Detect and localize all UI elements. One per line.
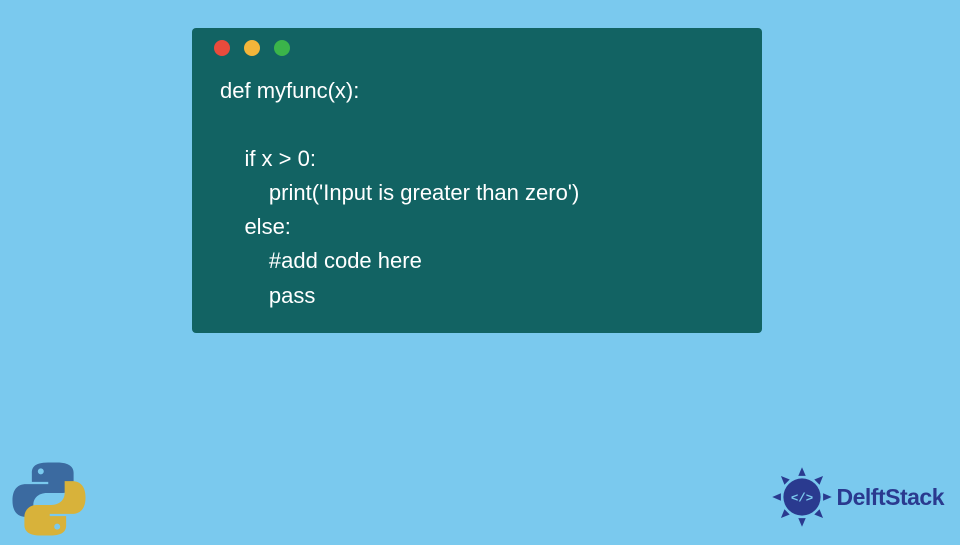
code-line: #add code here [220,248,422,273]
brand-logo: </> DelftStack [771,466,944,528]
window-titlebar [192,28,762,68]
maximize-icon [274,40,290,56]
code-window: def myfunc(x): if x > 0: print('Input is… [192,28,762,333]
python-logo-icon [8,458,90,540]
code-block: def myfunc(x): if x > 0: print('Input is… [192,68,762,313]
code-line: else: [220,214,291,239]
minimize-icon [244,40,260,56]
brand-name: DelftStack [837,484,944,511]
code-line: pass [220,283,315,308]
code-line: print('Input is greater than zero') [220,180,579,205]
svg-text:</>: </> [790,491,812,505]
code-line: if x > 0: [220,146,316,171]
close-icon [214,40,230,56]
code-line: def myfunc(x): [220,78,359,103]
brand-badge-icon: </> [771,466,833,528]
